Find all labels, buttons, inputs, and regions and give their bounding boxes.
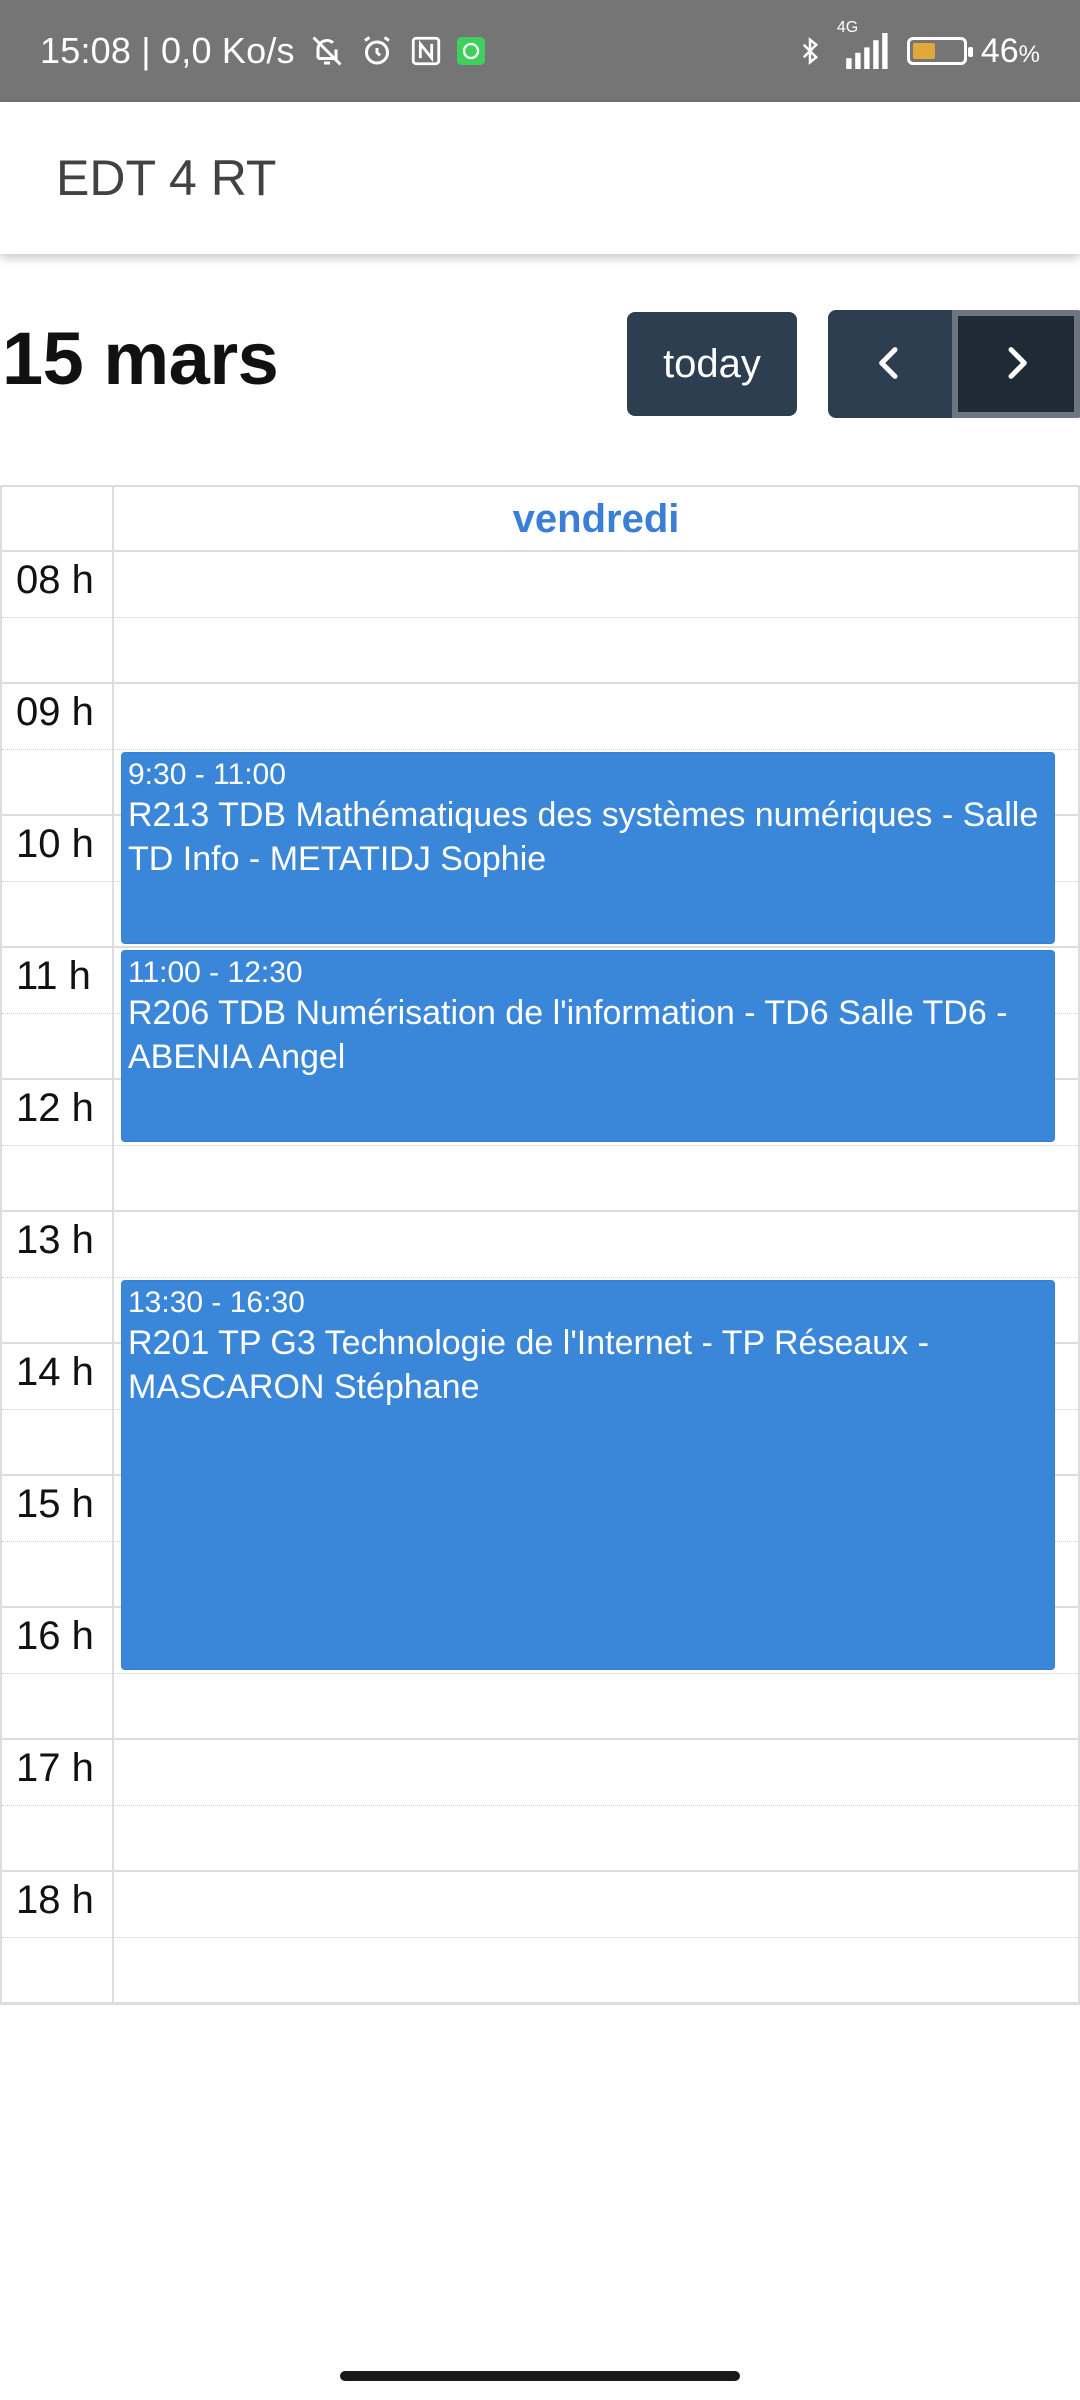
time-slot-row[interactable] (2, 1674, 1078, 1740)
event-title: R201 TP G3 Technologie de l'Internet - T… (128, 1324, 929, 1406)
alarm-icon (359, 33, 395, 69)
day-header[interactable]: vendredi (114, 487, 1078, 552)
time-slot-label: 14 h (16, 1350, 94, 1394)
time-slot-label: 12 h (16, 1086, 94, 1130)
app-title: EDT 4 RT (56, 150, 277, 206)
time-slot-label: 17 h (16, 1746, 94, 1790)
time-slot-label: 08 h (16, 558, 94, 602)
chevron-left-icon (870, 340, 910, 389)
status-bar: 15:08 | 0,0 Ko/s 4G 46% (0, 0, 1080, 102)
chevron-right-icon (996, 340, 1036, 389)
time-slot-row[interactable] (2, 1938, 1078, 2004)
calendar-event[interactable]: 11:00 - 12:30 R206 TDB Numérisation de l'… (121, 950, 1055, 1142)
bluetooth-icon (795, 33, 825, 69)
time-slot-row[interactable]: 17 h (2, 1740, 1078, 1806)
event-time: 11:00 - 12:30 (128, 956, 303, 989)
time-slot-row[interactable]: 13 h (2, 1212, 1078, 1278)
prev-button[interactable] (828, 310, 952, 418)
home-indicator[interactable] (340, 2371, 740, 2381)
calendar-day-view: vendredi 08 h 09 h 10 h 11 h 12 h 13 h 14 h 15 … (0, 485, 1080, 2005)
bell-off-icon (309, 33, 345, 69)
signal-icon: 4G (837, 19, 893, 69)
time-slot-label: 09 h (16, 690, 94, 734)
event-title: R213 TDB Mathématiques des systèmes numé… (128, 796, 1039, 878)
time-slot-label: 16 h (16, 1614, 94, 1658)
time-slot-row[interactable] (2, 618, 1078, 684)
today-button[interactable]: today (627, 312, 797, 416)
battery-percent-value: 46 (980, 31, 1019, 70)
event-time: 13:30 - 16:30 (128, 1286, 305, 1319)
calendar-date-title: 15 mars (2, 317, 279, 400)
nav-button-group (828, 310, 1080, 418)
battery-fill (912, 43, 935, 59)
nfc-icon (409, 34, 443, 68)
time-slot-label: 15 h (16, 1482, 94, 1526)
next-button[interactable] (952, 310, 1080, 418)
status-time-speed: 15:08 | 0,0 Ko/s (40, 30, 295, 71)
event-title: R206 TDB Numérisation de l'information -… (128, 994, 1008, 1076)
battery-icon (906, 37, 973, 65)
calendar-header-row: vendredi (2, 487, 1078, 552)
calendar-event[interactable]: 9:30 - 11:00 R213 TDB Mathématiques des s… (121, 752, 1055, 944)
time-slot-label: 13 h (16, 1218, 94, 1262)
calendar-event[interactable]: 13:30 - 16:30 R201 TP G3 Technologie de l… (121, 1280, 1055, 1670)
app-bar: EDT 4 RT (0, 102, 1080, 254)
status-bar-right: 4G 46% (795, 0, 1040, 102)
time-slot-row[interactable] (2, 1146, 1078, 1212)
time-slot-row[interactable]: 09 h (2, 684, 1078, 750)
status-bar-left: 15:08 | 0,0 Ko/s (40, 0, 485, 102)
time-slot-row[interactable] (2, 1806, 1078, 1872)
network-type: 4G (836, 19, 859, 36)
whatsapp-icon (456, 37, 485, 65)
battery-percent: 46% (980, 31, 1040, 70)
time-slot-label: 18 h (16, 1878, 94, 1922)
battery-outline (906, 37, 973, 65)
time-slot-label: 11 h (16, 954, 91, 998)
time-slot-row[interactable]: 18 h (2, 1872, 1078, 1938)
time-slot-label: 10 h (16, 822, 94, 866)
time-slot-row[interactable]: 08 h (2, 552, 1078, 618)
event-time: 9:30 - 11:00 (128, 758, 286, 791)
